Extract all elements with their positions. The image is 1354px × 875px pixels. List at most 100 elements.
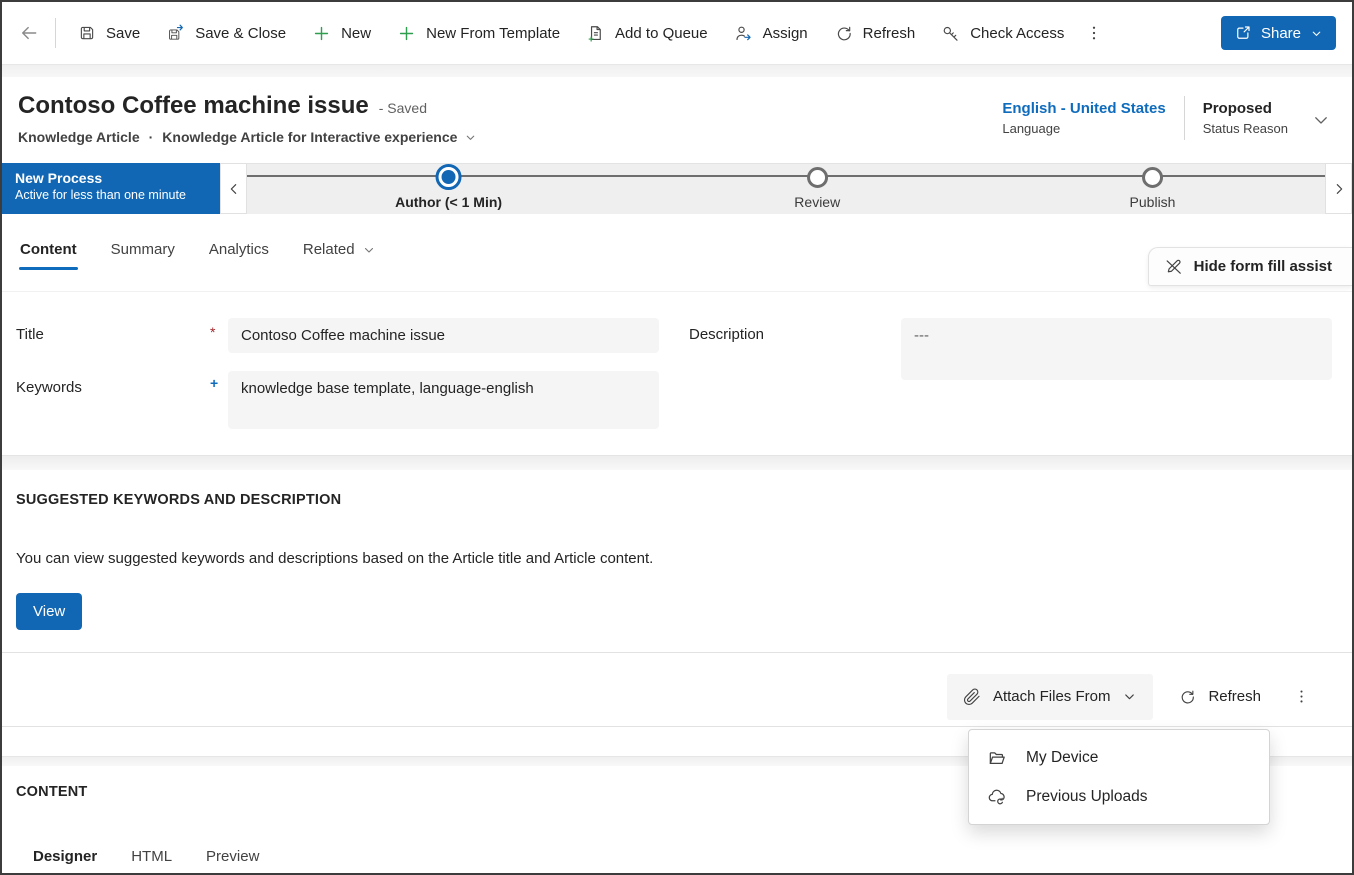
stage-circle-icon	[1142, 166, 1164, 188]
chevron-down-icon	[1312, 31, 1321, 36]
stage-circle-icon	[806, 166, 828, 188]
hide-form-fill-assist-button[interactable]: Hide form fill assist	[1147, 247, 1352, 286]
chevron-down-icon	[1315, 117, 1327, 124]
save-close-icon	[169, 24, 184, 40]
view-button[interactable]: View	[16, 593, 83, 630]
required-marker: *	[210, 324, 216, 340]
title-field-row: Title * Contoso Coffee machine issue	[16, 318, 659, 353]
language-value[interactable]: English - United States	[1002, 100, 1165, 117]
description-input[interactable]: ---	[901, 318, 1332, 380]
status-reason-value: Proposed	[1202, 100, 1272, 117]
command-label: Save & Close	[195, 24, 287, 42]
tab-label: Summary	[110, 241, 175, 258]
process-track: Author (< 1 Min) Review Publish	[247, 163, 1325, 214]
content-editor-tabs: Designer HTML Preview	[16, 842, 1336, 871]
share-icon	[1237, 26, 1250, 39]
chevron-left-icon	[230, 183, 236, 194]
section-separator	[2, 455, 1352, 470]
attachments-refresh-button[interactable]: Refresh	[1168, 674, 1271, 720]
dot-separator: ·	[148, 129, 154, 145]
tab-label: Content	[20, 241, 77, 258]
open-folder-icon	[989, 751, 1005, 764]
page-title: Contoso Coffee machine issue	[18, 92, 369, 119]
description-field-label: Description	[689, 326, 765, 343]
assign-button[interactable]: Assign	[721, 13, 821, 53]
attach-files-label: Attach Files From	[992, 688, 1111, 705]
add-to-queue-button[interactable]: Add to Queue	[573, 13, 721, 53]
language-label: Language	[1002, 121, 1061, 136]
form-selector[interactable]: Knowledge Article for Interactive experi…	[162, 129, 477, 145]
title-input[interactable]: Contoso Coffee machine issue	[228, 318, 659, 353]
process-badge[interactable]: New Process Active for less than one min…	[2, 163, 220, 214]
chevron-down-icon	[467, 135, 475, 140]
save-icon	[80, 26, 94, 40]
stage-active-circle-icon	[435, 164, 462, 190]
process-stage-review[interactable]: Review	[794, 164, 840, 210]
refresh-icon	[837, 26, 851, 40]
tab-analytics[interactable]: Analytics	[208, 227, 270, 272]
header-expand-button[interactable]	[1306, 107, 1332, 129]
suggested-keywords-section: SUGGESTED KEYWORDS AND DESCRIPTION You c…	[2, 470, 1352, 652]
divider	[1183, 96, 1185, 140]
new-from-template-button[interactable]: New From Template	[384, 13, 573, 53]
process-scroll-right-button[interactable]	[1325, 163, 1352, 214]
form-fields: Title * Contoso Coffee machine issue Key…	[2, 292, 1352, 455]
save-button[interactable]: Save	[65, 13, 153, 53]
form-column-left: Title * Contoso Coffee machine issue Key…	[16, 318, 659, 455]
chevron-down-icon	[1125, 694, 1135, 700]
recommended-marker: +	[210, 375, 219, 391]
add-queue-icon	[588, 25, 601, 42]
save-and-close-button[interactable]: Save & Close	[153, 13, 299, 53]
share-button[interactable]: Share	[1220, 16, 1336, 50]
command-label: Save	[106, 24, 141, 42]
cloud-sync-icon	[988, 789, 1005, 804]
process-stage-author[interactable]: Author (< 1 Min)	[395, 164, 502, 210]
form-tabs: Content Summary Analytics Related Hide f…	[2, 214, 1352, 292]
tab-designer[interactable]: Designer	[32, 842, 98, 871]
status-reason-label: Status Reason	[1202, 121, 1288, 136]
command-label: New From Template	[426, 24, 561, 42]
tab-content[interactable]: Content	[19, 227, 78, 272]
tab-preview[interactable]: Preview	[205, 842, 260, 871]
attachments-more-button[interactable]	[1286, 674, 1316, 720]
form-column-right: Description ---	[689, 318, 1332, 455]
pen-slash-icon	[1166, 259, 1181, 274]
key-icon	[943, 26, 958, 41]
command-label: Refresh	[862, 24, 916, 42]
tab-html[interactable]: HTML	[130, 842, 173, 871]
chevron-right-icon	[1336, 183, 1342, 194]
back-button[interactable]	[12, 16, 46, 50]
command-label: Assign	[762, 24, 808, 42]
process-stage-publish[interactable]: Publish	[1129, 164, 1176, 210]
command-label: New	[341, 24, 372, 42]
marker-spacer	[883, 318, 901, 324]
more-commands-button[interactable]	[1077, 13, 1111, 53]
section-separator	[2, 64, 1352, 77]
record-header-left: Contoso Coffee machine issue - Saved Kno…	[18, 92, 477, 145]
menu-item-label: Previous Uploads	[1026, 787, 1148, 805]
attach-files-from-button[interactable]: Attach Files From	[946, 673, 1154, 720]
menu-item-my-device[interactable]: My Device	[969, 738, 1269, 777]
check-access-button[interactable]: Check Access	[928, 13, 1077, 53]
business-process-flow: New Process Active for less than one min…	[2, 163, 1352, 214]
chevron-down-icon	[364, 247, 373, 253]
command-label: Add to Queue	[615, 24, 708, 42]
menu-item-previous-uploads[interactable]: Previous Uploads	[969, 777, 1269, 816]
keywords-input[interactable]: knowledge base template, language-englis…	[228, 371, 659, 429]
tab-summary[interactable]: Summary	[110, 227, 176, 272]
new-button[interactable]: New	[299, 13, 384, 53]
tab-related[interactable]: Related	[302, 227, 377, 272]
command-bar: Save Save & Close New New From Template …	[2, 2, 1352, 64]
attach-files-dropdown-menu: My Device Previous Uploads	[968, 729, 1270, 825]
vertical-dots-icon	[1093, 26, 1096, 40]
keywords-field-label: Keywords	[16, 379, 82, 396]
form-selector-label: Knowledge Article for Interactive experi…	[162, 129, 458, 145]
form-fill-assist-label: Hide form fill assist	[1193, 258, 1332, 275]
menu-item-label: My Device	[1026, 748, 1099, 766]
process-scroll-left-button[interactable]	[220, 163, 247, 214]
refresh-button[interactable]: Refresh	[821, 13, 929, 53]
share-label: Share	[1260, 24, 1301, 42]
stage-label: Review	[794, 194, 841, 210]
suggested-section-heading: SUGGESTED KEYWORDS AND DESCRIPTION	[16, 492, 342, 508]
stage-label: Publish	[1129, 194, 1176, 210]
